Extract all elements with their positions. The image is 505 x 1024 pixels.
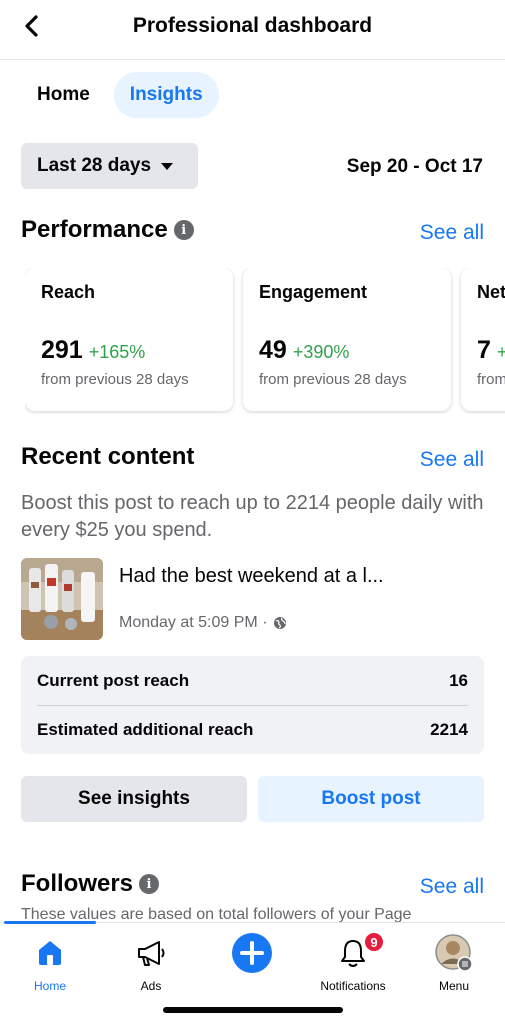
date-range-dropdown-label: Last 28 days: [37, 155, 152, 176]
net-followers-card[interactable]: Net 7 + from: [461, 268, 505, 411]
current-reach-row: Current post reach 16: [37, 656, 468, 705]
post-reach-summary: Current post reach 16 Estimated addition…: [21, 656, 484, 754]
tab-insights[interactable]: Insights: [113, 72, 219, 118]
card-value: 7: [477, 336, 491, 364]
nav-ads-label: Ads: [140, 979, 162, 993]
date-range-text: Sep 20 - Oct 17: [346, 156, 483, 177]
tab-bar: Home Insights: [21, 72, 219, 118]
card-delta: +390%: [292, 342, 350, 362]
reach-card[interactable]: Reach 291 +165% from previous 28 days: [25, 268, 233, 411]
globe-icon: [273, 617, 286, 629]
followers-see-all-link[interactable]: See all: [420, 875, 484, 899]
avatar-icon: [435, 934, 473, 972]
card-label: Reach: [41, 282, 96, 302]
nav-menu[interactable]: Menu: [409, 933, 499, 993]
active-tab-indicator: [4, 921, 96, 924]
recent-content-see-all-link[interactable]: See all: [420, 448, 484, 472]
current-reach-value: 16: [449, 670, 468, 690]
card-subtext: from: [477, 371, 505, 388]
performance-title: Performance: [21, 216, 168, 243]
info-icon[interactable]: i: [139, 874, 160, 894]
post-thumbnail[interactable]: [21, 558, 103, 640]
estimated-reach-row: Estimated additional reach 2214: [37, 705, 468, 754]
caret-down-icon: [161, 162, 174, 170]
nav-create[interactable]: [207, 933, 297, 973]
card-delta: +165%: [88, 342, 146, 362]
performance-heading: Performance i: [21, 216, 194, 244]
post-title[interactable]: Had the best weekend at a l...: [119, 565, 384, 588]
boost-post-button[interactable]: Boost post: [258, 776, 484, 822]
followers-heading: Followers i: [21, 870, 160, 898]
estimated-reach-label: Estimated additional reach: [37, 720, 254, 739]
see-insights-button[interactable]: See insights: [21, 776, 247, 822]
followers-title: Followers: [21, 870, 134, 897]
recent-content-title: Recent content: [21, 443, 195, 470]
date-range-dropdown[interactable]: Last 28 days: [21, 143, 198, 189]
card-label: Net: [477, 282, 505, 302]
post-meta: Monday at 5:09 PM ·: [119, 614, 287, 632]
tab-home[interactable]: Home: [21, 72, 106, 118]
estimated-reach-value: 2214: [430, 720, 468, 739]
nav-menu-label: Menu: [438, 979, 470, 993]
nav-home[interactable]: Home: [5, 933, 95, 993]
boost-description: Boost this post to reach up to 2214 peop…: [21, 492, 484, 541]
card-label: Engagement: [259, 282, 368, 302]
card-value: 49: [259, 336, 287, 364]
current-reach-label: Current post reach: [37, 670, 190, 690]
nav-ads[interactable]: Ads: [106, 933, 196, 993]
card-subtext: from previous 28 days: [41, 371, 189, 388]
nav-notifications[interactable]: 9 Notifications: [308, 931, 398, 993]
header: Professional dashboard: [0, 0, 505, 60]
info-icon[interactable]: i: [173, 220, 194, 240]
post-thumbnail-image: [21, 558, 103, 640]
notification-badge: 9: [363, 931, 385, 953]
page-title: Professional dashboard: [132, 14, 373, 37]
performance-cards: Reach 291 +165% from previous 28 days En…: [25, 268, 505, 414]
home-indicator: [163, 1007, 343, 1013]
card-subtext: from previous 28 days: [259, 371, 407, 388]
nav-home-label: Home: [33, 979, 66, 993]
megaphone-icon: [138, 941, 165, 966]
post-timestamp: Monday at 5:09 PM ·: [119, 614, 268, 631]
plus-icon: [232, 933, 272, 973]
card-delta: +: [496, 342, 505, 362]
recent-content-heading: Recent content: [21, 443, 194, 471]
card-value: 291: [41, 336, 83, 364]
performance-see-all-link[interactable]: See all: [420, 221, 484, 245]
nav-notifications-label: Notifications: [320, 979, 386, 993]
engagement-card[interactable]: Engagement 49 +390% from previous 28 day…: [243, 268, 451, 411]
home-icon: [39, 941, 61, 965]
